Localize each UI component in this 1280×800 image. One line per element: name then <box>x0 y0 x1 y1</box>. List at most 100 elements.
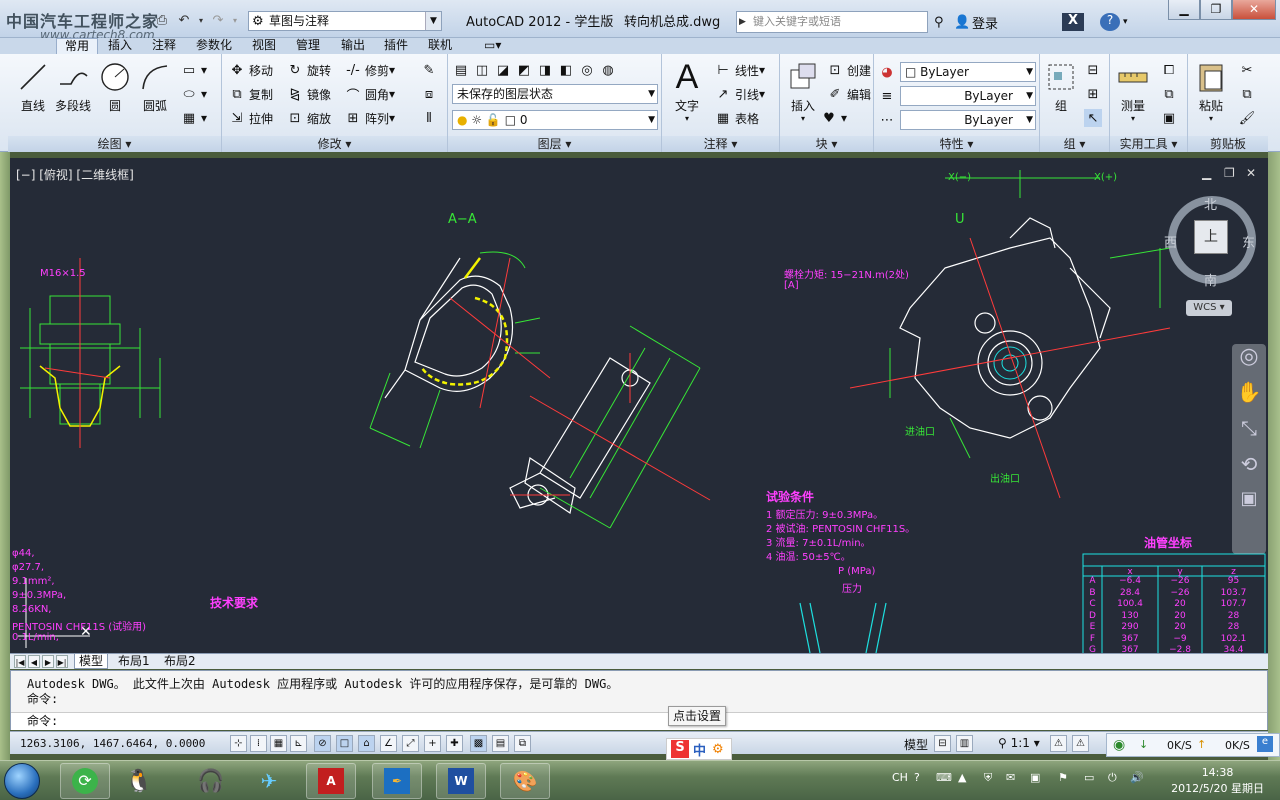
paste-button[interactable]: 粘贴 ▾ <box>1190 60 1232 123</box>
block-attributes-button[interactable]: ♥ ▾ <box>820 108 847 128</box>
taskbar-app-qq[interactable]: 🐧 <box>114 763 164 799</box>
start-button[interactable] <box>4 763 40 799</box>
panel-annotation-title[interactable]: 注释 ▾ <box>662 136 779 152</box>
erase-button[interactable]: ✎ <box>420 60 441 80</box>
tray-chat-icon[interactable]: ✉ <box>1006 771 1015 784</box>
dynamic-ucs-icon[interactable]: ⤢ <box>402 735 419 752</box>
selection-cycling-icon[interactable]: ⧉ <box>514 735 531 752</box>
ungroup-button[interactable]: ⊟ <box>1084 60 1105 80</box>
viewcube-east[interactable]: 东 <box>1242 232 1255 251</box>
color-select[interactable]: □ ByLayer ▼ <box>900 62 1036 82</box>
hatch-button[interactable]: ⬭ ▾ <box>180 84 207 104</box>
layer-properties-icon[interactable]: ▤ <box>452 61 470 79</box>
tab-layout2[interactable]: 布局2 <box>160 654 200 669</box>
linetype-icon-btn[interactable]: ⋯ <box>878 110 899 130</box>
group-button[interactable]: 组 <box>1040 60 1082 114</box>
tray-network-icon[interactable]: ▣ <box>1030 771 1040 784</box>
layer-off-icon[interactable]: ◍ <box>599 61 617 79</box>
layer-isolate-icon[interactable]: ◨ <box>536 61 554 79</box>
quick-view-drawings-icon[interactable]: ▥ <box>956 735 973 752</box>
polyline-button[interactable]: 多段线 <box>52 60 94 114</box>
tab-model[interactable]: 模型 <box>74 654 109 669</box>
tab-parametric[interactable]: 参数化 <box>196 38 232 54</box>
tray-shield-icon[interactable]: ⛨ <box>984 771 992 785</box>
tab-layout1[interactable]: 布局1 <box>114 654 154 669</box>
tray-arrow-icon[interactable]: ▲ <box>958 771 966 784</box>
taskbar-app-music[interactable]: 🎧 <box>186 763 236 799</box>
copy-button[interactable]: ⧉ 复制 <box>228 84 273 104</box>
cut-button[interactable]: ✂ <box>1238 60 1259 80</box>
quick-view-layouts-icon[interactable]: ⊟ <box>934 735 951 752</box>
steering-wheel-icon[interactable]: ◎ <box>1232 344 1266 380</box>
leader-button[interactable]: ↗ 引线 ▾ <box>714 84 766 104</box>
move-button[interactable]: ✥ 移动 <box>228 60 273 80</box>
grid-icon[interactable]: ▦ <box>270 735 287 752</box>
3d-osnap-icon[interactable]: ⌂ <box>358 735 375 752</box>
explode-button[interactable]: ⧈ <box>420 84 441 104</box>
match-properties-button[interactable]: ◕ <box>878 62 899 82</box>
ribbon-options-icon[interactable]: ▭▾ <box>484 38 501 54</box>
select-similar-button[interactable]: ⧉ <box>1160 84 1181 104</box>
undo-dropdown-icon[interactable]: ▾ <box>196 10 206 30</box>
help-icon[interactable]: ? <box>1100 13 1120 31</box>
tray-power-icon[interactable]: ⏻ <box>1108 771 1117 785</box>
object-snap-icon[interactable]: □ <box>336 735 353 752</box>
taskbar-app-pen[interactable]: ✒ <box>372 763 422 799</box>
user-icon[interactable]: 👤 <box>954 15 972 30</box>
annotation-visibility-icon[interactable]: ⚠ <box>1050 735 1067 752</box>
measure-button[interactable]: 测量 ▾ <box>1112 60 1154 123</box>
panel-layers-title[interactable]: 图层 ▾ <box>448 136 661 152</box>
panel-block-title[interactable]: 块 ▾ <box>780 136 873 152</box>
binoculars-icon[interactable]: ⚲ <box>934 15 954 30</box>
tray-help-icon[interactable]: ? <box>914 771 920 784</box>
viewcube-south[interactable]: 南 <box>1204 270 1217 289</box>
tray-volume-icon[interactable]: 🔊 <box>1130 771 1144 784</box>
lineweight-toggle-icon[interactable]: ✚ <box>446 735 463 752</box>
search-input[interactable]: ▶ 键入关键字或短语 <box>736 11 928 33</box>
tray-keyboard-icon[interactable]: ⌨ <box>936 771 952 784</box>
tab-insert[interactable]: 插入 <box>108 38 132 54</box>
pan-hand-icon[interactable]: ✋ <box>1232 380 1266 416</box>
tab-online[interactable]: 联机 <box>428 38 452 54</box>
showmotion-icon[interactable]: ▣ <box>1232 488 1266 524</box>
lineweight-icon-btn[interactable]: ≡ <box>878 86 899 106</box>
match-prop-button[interactable]: 🖌 <box>1238 108 1259 128</box>
snap-mode-icon[interactable]: ⁞ <box>250 735 267 752</box>
linear-dim-button[interactable]: ⊢ 线性 ▾ <box>714 60 765 80</box>
dynamic-input-icon[interactable]: + <box>424 735 441 752</box>
arc-button[interactable]: 圆弧 <box>134 60 176 114</box>
tray-monitor-icon[interactable]: ▭ <box>1084 771 1094 784</box>
viewcube-north[interactable]: 北 <box>1204 194 1217 213</box>
tab-manage[interactable]: 管理 <box>296 38 320 54</box>
layer-previous-icon[interactable]: ◩ <box>515 61 533 79</box>
panel-utilities-title[interactable]: 实用工具 ▾ <box>1110 136 1187 152</box>
viewcube-west[interactable]: 西 <box>1164 232 1177 251</box>
offset-button[interactable]: ⫴ <box>420 108 441 128</box>
taskbar-app-word[interactable]: W <box>436 763 486 799</box>
quick-select-button[interactable]: ⧠ <box>1160 60 1181 80</box>
array-button[interactable]: ⊞ 阵列 ▾ <box>344 108 396 128</box>
linetype-select[interactable]: ByLayer ▼ <box>900 86 1036 106</box>
line-button[interactable]: 直线 <box>12 60 54 114</box>
viewcube-face-top[interactable]: 上 <box>1194 220 1228 254</box>
minimize-button[interactable]: ▁ <box>1168 0 1200 20</box>
panel-properties-title[interactable]: 特性 ▾ <box>874 136 1039 152</box>
layer-state-select[interactable]: 未保存的图层状态 ▼ <box>452 84 658 104</box>
close-button[interactable]: ✕ <box>1232 0 1276 20</box>
infer-constraints-icon[interactable]: ⊹ <box>230 735 247 752</box>
last-tab-icon[interactable]: ▶| <box>56 655 68 668</box>
layer-match-icon[interactable]: ◪ <box>494 61 512 79</box>
redo-dropdown-icon[interactable]: ▾ <box>230 10 240 30</box>
auto-scale-icon[interactable]: ⚠ <box>1072 735 1089 752</box>
taskbar-app-lite[interactable]: ✈ <box>244 763 294 799</box>
scale-button[interactable]: ⊡ 缩放 <box>286 108 331 128</box>
tab-output[interactable]: 输出 <box>341 38 365 54</box>
quick-properties-icon[interactable]: ▤ <box>492 735 509 752</box>
panel-draw-title[interactable]: 绘图 ▾ <box>8 136 221 152</box>
drawing-canvas[interactable]: [−] [俯视] [二维线框] ▁ ❐ ✕ ✕ A−A U X(−) X(+) … <box>10 158 1268 653</box>
boundary-button[interactable]: ▦ ▾ <box>180 108 207 128</box>
layer-icon[interactable]: ◫ <box>473 61 491 79</box>
ime-mode[interactable]: 中 <box>693 740 706 759</box>
wcs-menu[interactable]: WCS ▾ <box>1186 300 1232 316</box>
first-tab-icon[interactable]: |◀ <box>14 655 26 668</box>
